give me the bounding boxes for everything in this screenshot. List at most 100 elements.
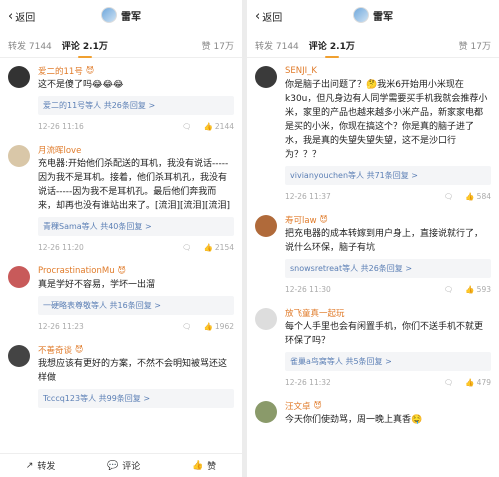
chevron-left-icon: ‹ — [255, 9, 261, 24]
replies-link[interactable]: vivianyouchen等人 共71条回复 > — [285, 166, 491, 185]
comment-text: 你是脑子出问题了？🤔我米6开始用小米现在k30u，但凡身边有人同学需要买手机我就… — [285, 80, 488, 160]
tab-like[interactable]: 赞 17万 — [202, 39, 234, 52]
reply-icon[interactable]: 🗨 — [182, 122, 192, 131]
back-button[interactable]: ‹ 返回 — [8, 9, 35, 24]
comment-item: 爱二的11号 😈 这不是傻了吗😂😂😂 爱二的11号等人 共26条回复 >12-26 1… — [0, 58, 242, 137]
commenter-name[interactable]: SENJI_K — [285, 66, 317, 76]
comment-meta: 12-26 11:23 🗨 👍 1962 — [38, 315, 234, 337]
like-button[interactable]: 👍 赞 — [191, 459, 216, 473]
tab-repost[interactable]: 转发 7144 — [8, 39, 52, 52]
tab-like[interactable]: 赞 17万 — [459, 39, 491, 52]
thumbs-up-icon: 👍 — [203, 242, 213, 252]
comment-icon: 💬 — [107, 460, 119, 471]
comment-date: 12-26 11:32 — [285, 377, 331, 387]
page-title: 雷军 — [247, 7, 499, 23]
comment-meta: 12-26 11:16 🗨 👍 2144 — [38, 115, 234, 137]
commenter-name[interactable]: 放飞童真一起玩 — [285, 307, 345, 319]
commenter-avatar[interactable] — [8, 145, 30, 167]
nav-bar: ‹ 返回 雷军 — [0, 0, 242, 33]
member-badge-icon: 😈 — [319, 215, 328, 224]
repost-icon: ↗ — [25, 460, 34, 471]
commenter-avatar[interactable] — [255, 401, 277, 423]
commenter-avatar[interactable] — [255, 215, 277, 237]
reply-icon[interactable]: 🗨 — [182, 243, 192, 252]
commenter-name[interactable]: 爱二的11号 — [38, 65, 83, 77]
comment-text: 这不是傻了吗😂😂😂 — [38, 80, 124, 90]
comment-like-count: 2144 — [214, 121, 234, 131]
comment-list: 爱二的11号 😈 这不是傻了吗😂😂😂 爱二的11号等人 共26条回复 >12-26 1… — [0, 58, 242, 408]
commenter-name[interactable]: ProcrastinationMu — [38, 266, 115, 276]
tab-comment[interactable]: 评论 2.1万 — [62, 39, 108, 58]
comment-date: 12-26 11:30 — [285, 284, 331, 294]
commenter-name-row: 寿可law 😈 — [285, 213, 491, 226]
repost-button[interactable]: ↗ 转发 — [25, 459, 56, 473]
replies-link[interactable]: 一硬略表尊敬等人 共16条回复 > — [38, 296, 234, 315]
comment-like-button[interactable]: 👍 584 — [465, 192, 491, 201]
commenter-name-row: 放飞童真一起玩 — [285, 306, 491, 319]
reply-icon[interactable]: 🗨 — [182, 322, 192, 331]
thumbs-up-icon: 👍 — [465, 284, 475, 294]
comment-meta: 12-26 11:37 🗨 👍 584 — [285, 185, 491, 207]
avatar[interactable] — [353, 7, 369, 23]
comment-like-button[interactable]: 👍 479 — [465, 378, 491, 387]
tab-repost[interactable]: 转发 7144 — [255, 39, 299, 52]
replies-link[interactable]: Tcccq123等人 共99条回复 > — [38, 389, 234, 408]
back-button[interactable]: ‹ 返回 — [255, 9, 282, 24]
commenter-name[interactable]: 月流晖love — [38, 144, 81, 156]
right-screen: ‹ 返回 雷军 转发 7144 评论 2.1万 赞 17万 SENJI_K 你是脑… — [247, 0, 499, 477]
commenter-name[interactable]: 寿可law — [285, 214, 317, 226]
repost-label: 转发 — [37, 462, 56, 472]
tab-comment[interactable]: 评论 2.1万 — [309, 39, 355, 58]
comment-item: 汪文卓 😈 今天你们使劲骂，周一晚上真香🤤 — [247, 393, 499, 427]
member-badge-icon: 😈 — [117, 266, 126, 275]
comment-item: 寿可law 😈 把充电器的成本转嫁到用户身上，直接说就行了，说什么环保，脑子有坑 sn… — [247, 207, 499, 300]
commenter-avatar[interactable] — [8, 345, 30, 367]
replies-link[interactable]: 青稞Sama等人 共40条回复 > — [38, 217, 234, 236]
commenter-name[interactable]: 汪文卓 — [285, 400, 311, 412]
comment-item: 不善奇谈 😈 我想应该有更好的方案，不然不会明知被骂还这样做 Tcccq123等人 共… — [0, 337, 242, 408]
commenter-name[interactable]: 不善奇谈 — [38, 344, 72, 356]
replies-link[interactable]: 雀巢a鸟窝等人 共5条回复 > — [285, 352, 491, 371]
comment-like-button[interactable]: 👍 2144 — [204, 122, 234, 131]
comment-date: 12-26 11:20 — [38, 242, 84, 252]
comment-text: 今天你们使劲骂，周一晚上真香🤤 — [285, 415, 423, 425]
comment-text: 充电器:开始他们杀配送的耳机，我没有说话-----因为我不是耳机。接着，他们杀耳… — [38, 159, 231, 211]
comment-text: 我想应该有更好的方案，不然不会明知被骂还这样做 — [38, 359, 228, 383]
comment-text: 把充电器的成本转嫁到用户身上，直接说就行了，说什么环保，脑子有坑 — [285, 229, 484, 253]
commenter-name-row: 爱二的11号 😈 — [38, 64, 234, 77]
thumbs-up-icon: 👍 — [203, 121, 213, 131]
comment-button[interactable]: 💬 评论 — [107, 459, 140, 473]
commenter-avatar[interactable] — [255, 66, 277, 88]
commenter-avatar[interactable] — [255, 308, 277, 330]
comment-like-button[interactable]: 👍 2154 — [204, 243, 234, 252]
thumbs-up-icon: 👍 — [465, 377, 475, 387]
comment-date: 12-26 11:23 — [38, 321, 84, 331]
comment-text: 真是学好不容易，学坏一出溜 — [38, 280, 156, 290]
back-label: 返回 — [262, 13, 283, 24]
commenter-avatar[interactable] — [8, 266, 30, 288]
commenter-name-row: 月流晖love — [38, 143, 234, 156]
comment-meta: 12-26 11:20 🗨 👍 2154 — [38, 236, 234, 258]
commenter-avatar[interactable] — [8, 66, 30, 88]
reply-icon[interactable]: 🗨 — [444, 192, 454, 201]
thumbs-up-icon: 👍 — [465, 191, 475, 201]
replies-link[interactable]: snowsretreat等人 共26条回复 > — [285, 259, 491, 278]
comment-item: SENJI_K 你是脑子出问题了？🤔我米6开始用小米现在k30u，但凡身边有人同学… — [247, 58, 499, 207]
chevron-left-icon: ‹ — [8, 9, 14, 24]
comment-like-count: 2154 — [214, 242, 234, 252]
thumbs-up-icon: 👍 — [191, 460, 204, 471]
comment-meta: 12-26 11:30 🗨 👍 593 — [285, 278, 491, 300]
comment-like-button[interactable]: 👍 593 — [465, 285, 491, 294]
commenter-name-row: SENJI_K — [285, 64, 491, 77]
bottom-bar: ↗ 转发 💬 评论 👍 赞 — [0, 453, 242, 477]
thumbs-up-icon: 👍 — [203, 321, 213, 331]
replies-link[interactable]: 爱二的11号等人 共26条回复 > — [38, 96, 234, 115]
member-badge-icon: 😈 — [85, 66, 95, 75]
reply-icon[interactable]: 🗨 — [444, 285, 454, 294]
avatar[interactable] — [101, 7, 117, 23]
reply-icon[interactable]: 🗨 — [444, 378, 454, 387]
comment-like-count: 584 — [476, 191, 491, 201]
comment-date: 12-26 11:16 — [38, 121, 84, 131]
comment-like-button[interactable]: 👍 1962 — [204, 322, 234, 331]
comment-like-count: 593 — [476, 284, 491, 294]
